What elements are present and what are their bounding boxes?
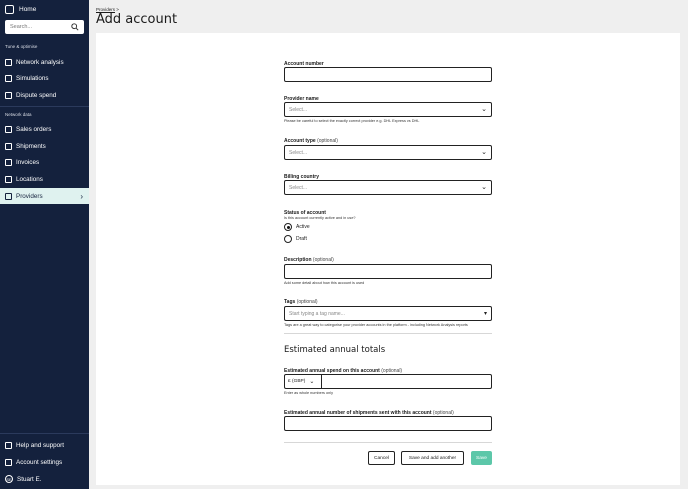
annual-shipments-input[interactable]: [284, 416, 492, 431]
account-type-select[interactable]: Select... ⌄: [284, 145, 492, 160]
optional-tag: (optional): [317, 138, 338, 144]
chevron-right-icon: ›: [80, 191, 83, 201]
description-label-text: Description: [284, 257, 312, 263]
sidebar-divider: [0, 433, 89, 434]
tags-hint: Tags are a great way to categorise your …: [284, 323, 468, 327]
estimated-totals-heading: Estimated annual totals: [284, 345, 386, 355]
search-placeholder: Search...: [10, 24, 33, 30]
cancel-button[interactable]: Cancel: [368, 451, 395, 465]
sidebar-item-locations[interactable]: Locations: [0, 171, 89, 187]
simulation-icon: [5, 74, 12, 82]
save-and-add-another-button[interactable]: Save and add another: [401, 451, 464, 465]
chevron-down-icon: ⌄: [309, 379, 315, 385]
sidebar-item-invoices[interactable]: Invoices: [0, 154, 89, 170]
sidebar-item-sales-orders[interactable]: Sales orders: [0, 121, 89, 137]
sidebar-item-label: Account settings: [16, 458, 63, 466]
sidebar-item-shipments[interactable]: Shipments: [0, 138, 89, 154]
optional-tag: (optional): [296, 299, 318, 305]
section-tune-label: Tune & optimise: [5, 44, 38, 49]
orders-icon: [5, 125, 12, 133]
billing-country-placeholder: Select...: [289, 184, 308, 191]
description-input[interactable]: [284, 264, 492, 279]
tags-input[interactable]: Start typing a tag name... ▾: [284, 306, 492, 321]
status-active-label: Active: [296, 224, 310, 230]
sidebar-item-dispute-spend[interactable]: Dispute spend: [0, 87, 89, 103]
actions-divider: [284, 442, 492, 443]
billing-country-select[interactable]: Select... ⌄: [284, 180, 492, 195]
tags-label-text: Tags: [284, 299, 296, 305]
chevron-down-icon: ⌄: [481, 149, 487, 156]
status-hint: Is this account currently active and in …: [284, 216, 356, 220]
form-card: Account number Provider name Select... ⌄…: [96, 33, 680, 485]
settings-icon: [5, 458, 12, 466]
sidebar-item-label: Locations: [16, 175, 43, 183]
currency-select[interactable]: £ (GBP) ⌄: [285, 375, 322, 388]
provider-name-hint: Please be careful to select the exactly …: [284, 119, 420, 123]
radio-unselected-icon: [284, 235, 292, 243]
sidebar-item-label: Providers: [16, 192, 43, 200]
status-active-radio[interactable]: Active: [284, 223, 310, 231]
tags-placeholder: Start typing a tag name...: [289, 310, 345, 317]
account-number-input[interactable]: [284, 67, 492, 82]
sidebar-item-label: Shipments: [16, 142, 46, 150]
sidebar-item-label: Simulations: [16, 74, 49, 82]
optional-tag: (optional): [312, 257, 334, 263]
home-link[interactable]: Home: [5, 5, 36, 14]
radio-selected-icon: [284, 223, 292, 231]
description-label: Description (optional): [284, 257, 334, 263]
avatar: SE: [5, 475, 13, 483]
home-label: Home: [19, 6, 37, 13]
sidebar-divider: [0, 106, 89, 107]
chevron-down-icon: ⌄: [481, 184, 487, 191]
annual-spend-hint: Enter as whole numbers only: [284, 391, 333, 395]
search-input[interactable]: Search...: [5, 20, 84, 34]
sidebar-item-label: Sales orders: [16, 125, 52, 133]
sidebar: Home Search... Tune & optimise Network a…: [0, 0, 89, 489]
annual-spend-field: £ (GBP) ⌄: [284, 374, 492, 389]
sidebar-item-label: Dispute spend: [16, 91, 57, 99]
location-icon: [5, 175, 12, 183]
account-type-label-text: Account type: [284, 138, 316, 144]
user-name: Stuart E.: [17, 475, 42, 483]
network-icon: [5, 58, 12, 66]
sidebar-item-label: Help and support: [16, 441, 64, 449]
save-button[interactable]: Save: [471, 451, 492, 465]
provider-name-placeholder: Select...: [289, 106, 308, 113]
account-type-placeholder: Select...: [289, 149, 308, 156]
currency-value: £ (GBP): [288, 379, 306, 384]
sidebar-item-simulations[interactable]: Simulations: [0, 70, 89, 86]
chevron-down-icon: ⌄: [481, 106, 487, 113]
search-icon: [71, 23, 79, 31]
sidebar-item-account-settings[interactable]: Account settings: [0, 454, 89, 470]
sidebar-item-network-analysis[interactable]: Network analysis: [0, 54, 89, 70]
chevron-down-icon: ▾: [483, 311, 487, 317]
dispute-icon: [5, 91, 12, 99]
section-divider: [284, 333, 492, 334]
status-draft-label: Draft: [296, 236, 307, 242]
section-network-label: Network data: [5, 112, 32, 117]
logo-icon: [5, 5, 14, 14]
sidebar-item-help[interactable]: Help and support: [0, 437, 89, 453]
providers-icon: [5, 192, 12, 200]
tags-label: Tags (optional): [284, 299, 318, 305]
annual-spend-input[interactable]: [322, 375, 491, 388]
shipments-icon: [5, 142, 12, 150]
invoice-icon: [5, 158, 12, 166]
account-type-label: Account type (optional): [284, 138, 338, 144]
status-draft-radio[interactable]: Draft: [284, 235, 307, 243]
sidebar-user[interactable]: SE Stuart E.: [0, 471, 89, 487]
sidebar-item-providers[interactable]: Providers ›: [0, 188, 89, 204]
sidebar-item-label: Network analysis: [16, 58, 64, 66]
page-title: Add account: [96, 12, 178, 27]
sidebar-item-label: Invoices: [16, 158, 40, 166]
help-icon: [5, 441, 12, 449]
provider-name-select[interactable]: Select... ⌄: [284, 102, 492, 117]
description-hint: Add some detail about how this account i…: [284, 281, 365, 285]
